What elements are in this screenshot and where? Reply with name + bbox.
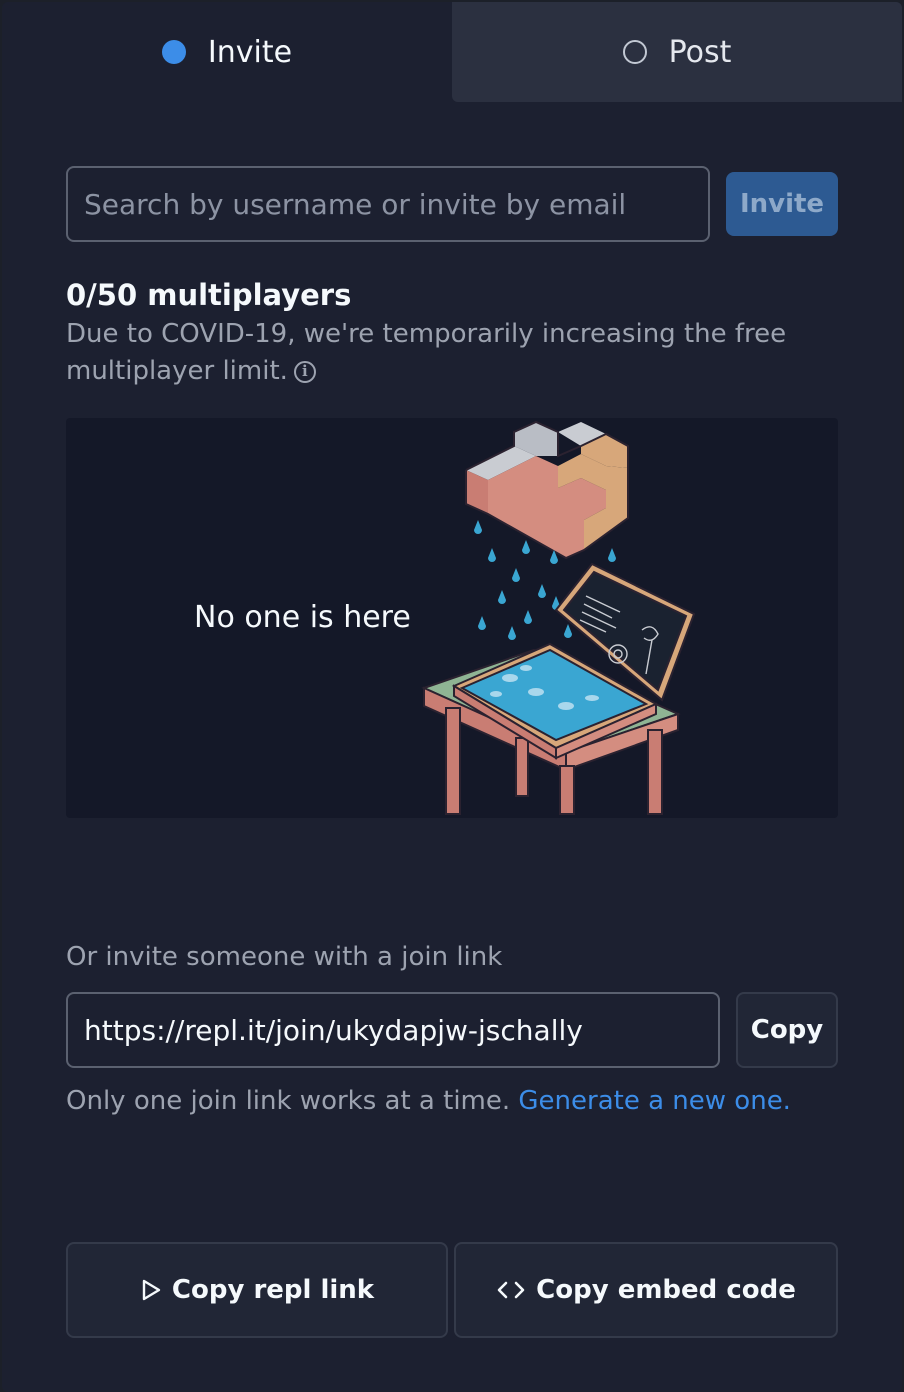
tab-bar: Invite Post [2,2,902,102]
join-link-field[interactable] [66,992,720,1068]
multiplayer-limit-text: Due to COVID-19, we're temporarily incre… [66,319,787,386]
radio-unselected-icon [622,40,647,64]
empty-state: No one is here [66,418,838,818]
search-input[interactable] [66,166,710,242]
join-link-label: Or invite someone with a join link [66,942,503,972]
multiplayer-panel: Invite Post Invite 0/50 multiplayers Due… [2,2,902,1392]
radio-selected-icon [161,40,186,64]
copy-repl-link-button[interactable]: Copy repl link [66,1242,448,1338]
multiplayer-count: 0/50 multiplayers [66,278,352,312]
copy-repl-link-label: Copy repl link [171,1275,375,1305]
copy-embed-code-button[interactable]: Copy embed code [454,1242,838,1338]
invite-button[interactable]: Invite [726,172,838,236]
code-icon [496,1278,526,1302]
join-link-note-text: Only one join link works at a time. [66,1086,511,1116]
rainy-laptop-illustration [421,420,696,815]
generate-new-link[interactable]: Generate a new one. [518,1086,791,1116]
info-icon[interactable]: i [293,360,316,383]
tab-post-label: Post [668,34,732,70]
cloud-block-graphic [465,420,629,560]
copy-embed-code-label: Copy embed code [536,1275,796,1305]
empty-state-text: No one is here [194,600,411,635]
play-icon [140,1278,162,1302]
tab-post[interactable]: Post [452,2,902,102]
multiplayer-limit-note: Due to COVID-19, we're temporarily incre… [66,316,806,390]
tab-invite-label: Invite [207,34,293,70]
tab-invite[interactable]: Invite [2,2,452,102]
copy-join-link-button[interactable]: Copy [736,992,838,1068]
join-link-note: Only one join link works at a time. Gene… [66,1086,791,1116]
